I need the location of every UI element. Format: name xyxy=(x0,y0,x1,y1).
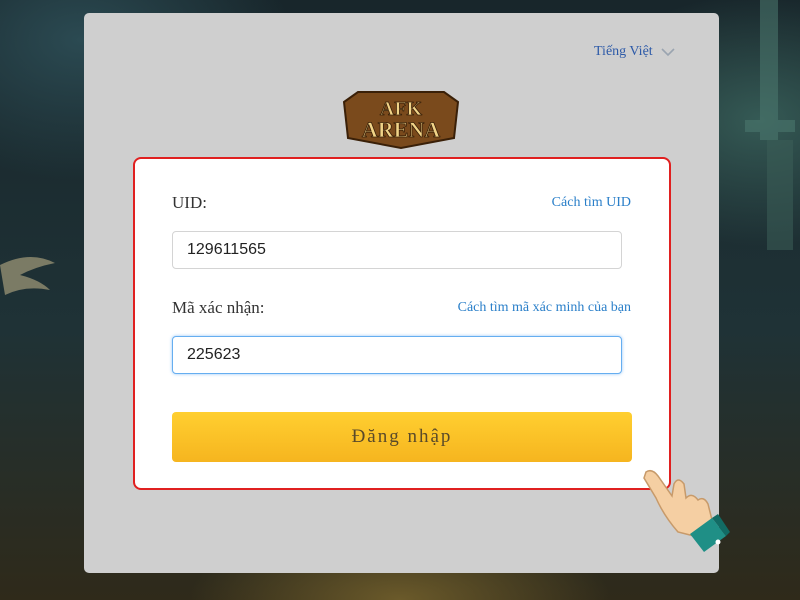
language-selector[interactable]: Tiếng Việt xyxy=(594,44,675,60)
right-sword-decoration xyxy=(745,0,795,250)
login-button[interactable]: Đăng nhập xyxy=(172,412,632,462)
uid-input[interactable]: 129611565 xyxy=(172,231,622,269)
uid-label: UID: xyxy=(172,193,207,212)
verification-code-label: Mã xác nhận: xyxy=(172,298,265,317)
verification-code-help-link[interactable]: Cách tìm mã xác minh của bạn xyxy=(458,300,631,316)
uid-help-link[interactable]: Cách tìm UID xyxy=(552,195,631,211)
chevron-down-icon xyxy=(661,48,675,57)
logo-text-bottom: ARENA xyxy=(362,117,440,142)
login-button-label: Đăng nhập xyxy=(351,426,453,447)
login-form-card: UID: Cách tìm UID 129611565 Mã xác nhận:… xyxy=(133,157,671,490)
language-label: Tiếng Việt xyxy=(594,44,653,59)
verification-code-input[interactable]: 225623 xyxy=(172,336,622,374)
left-wing-decoration xyxy=(0,256,55,295)
afk-arena-logo: AFK ARENA xyxy=(342,91,460,150)
pointing-hand-icon xyxy=(643,469,730,552)
